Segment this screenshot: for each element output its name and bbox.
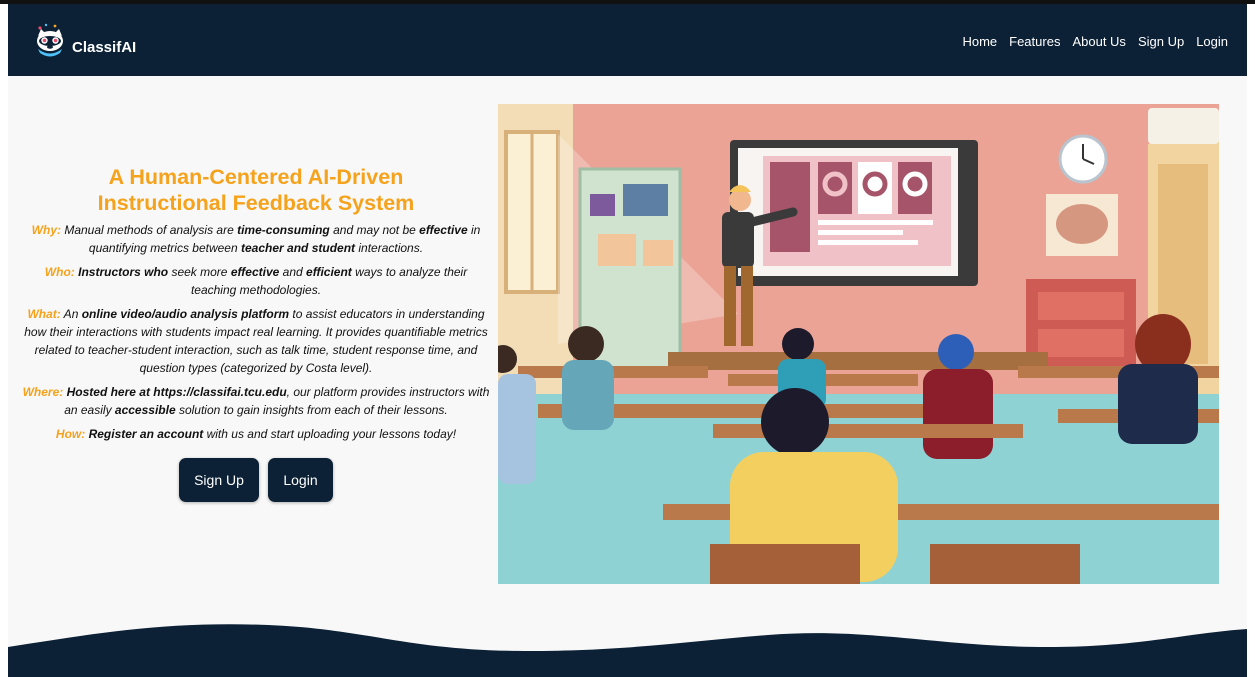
why-paragraph: Why: Manual methods of analysis are time… [22, 221, 490, 257]
platform [668, 352, 1048, 370]
where-bold-1: Hosted here at https://classifai.tcu.edu [63, 385, 287, 399]
hero-text: A Human-Centered AI-Driven Instructional… [22, 164, 490, 502]
footer-wave [8, 624, 1247, 677]
brand[interactable]: ClassifAI [32, 18, 136, 62]
page: ClassifAI Home Features About Us Sign Up… [8, 4, 1247, 677]
why-bold-1: time-consuming [237, 223, 330, 237]
who-bold-1: Instructors who [74, 265, 169, 279]
nav-about-us-link[interactable]: About Us [1072, 34, 1125, 49]
brand-name: ClassifAI [72, 38, 137, 56]
how-bold-1: Register an account [85, 427, 204, 441]
who-paragraph: Who: Instructors who seek more effective… [22, 263, 490, 299]
hero-title-line2: Instructional Feedback System [97, 191, 415, 215]
why-text-1: Manual methods of analysis are [61, 223, 238, 237]
what-bold-1: online video/audio analysis platform [81, 307, 290, 321]
raccoon-mascot-icon [37, 23, 63, 57]
nav-links: Home Features About Us Sign Up Login [962, 34, 1228, 49]
login-button[interactable]: Login [268, 458, 333, 502]
what-text-1: An [60, 307, 82, 321]
hero-title: A Human-Centered AI-Driven Instructional… [22, 164, 490, 216]
sign-up-button[interactable]: Sign Up [179, 458, 259, 502]
who-text-1: seek more [168, 265, 231, 279]
ac-unit-icon [1148, 108, 1219, 144]
how-paragraph: How: Register an account with us and sta… [22, 425, 490, 443]
who-label: Who: [44, 265, 75, 279]
who-text-2: and [279, 265, 307, 279]
nav-sign-up-link[interactable]: Sign Up [1138, 34, 1184, 49]
hero-title-line1: A Human-Centered AI-Driven [108, 165, 404, 189]
why-bold-3: teacher and student [241, 241, 356, 255]
classroom-illustration [498, 104, 1219, 584]
what-paragraph: What: An online video/audio analysis pla… [22, 305, 490, 377]
why-text-2: and may not be [329, 223, 420, 237]
cta-buttons: Sign Up Login [22, 458, 490, 502]
why-text-4: interactions. [355, 241, 424, 255]
where-label: Where: [22, 385, 64, 399]
why-bold-2: effective [419, 223, 468, 237]
how-label: How: [55, 427, 86, 441]
navbar: ClassifAI Home Features About Us Sign Up… [8, 4, 1247, 76]
where-paragraph: Where: Hosted here at https://classifai.… [22, 383, 490, 419]
how-text-1: with us and start uploading your lessons… [203, 427, 457, 441]
where-bold-2: accessible [114, 403, 176, 417]
nav-home-link[interactable]: Home [962, 34, 997, 49]
nav-login-link[interactable]: Login [1196, 34, 1228, 49]
what-label: What: [27, 307, 61, 321]
why-label: Why: [31, 223, 61, 237]
who-bold-3: efficient [306, 265, 352, 279]
where-text-2: solution to gain insights from each of t… [175, 403, 448, 417]
who-bold-2: effective [230, 265, 280, 279]
nav-features-link[interactable]: Features [1009, 34, 1060, 49]
